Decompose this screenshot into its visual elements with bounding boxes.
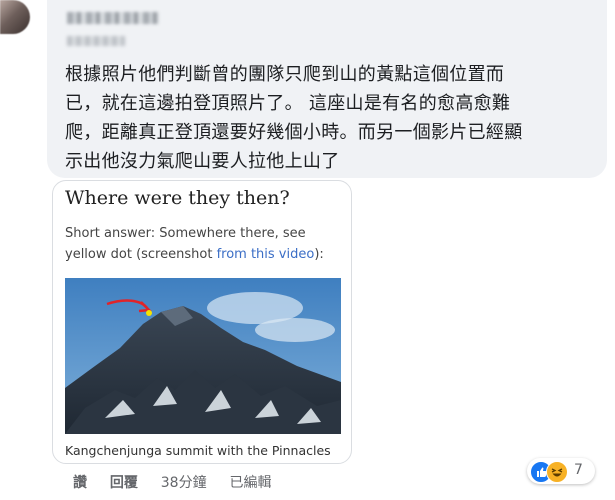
facebook-comment: 根據照片他們判斷曾的團隊只爬到山的黃點這個位置而 已，就在這邊拍登頂照片了。 這… xyxy=(0,0,615,500)
comment-actions: 讚 回覆 38分鐘 已編輯 xyxy=(73,472,289,492)
video-link[interactable]: from this video xyxy=(217,247,315,262)
photo-caption: Kangchenjunga summit with the Pinnacles xyxy=(65,443,331,458)
reaction-count: 7 xyxy=(574,462,583,478)
avatar[interactable] xyxy=(0,0,30,34)
comment-line: 根據照片他們判斷曾的團隊只爬到山的黃點這個位置而 xyxy=(65,64,505,85)
comment-text: 根據照片他們判斷曾的團隊只爬到山的黃點這個位置而 已，就在這邊拍登頂照片了。 這… xyxy=(65,60,585,176)
preview-title: Where were they then? xyxy=(65,187,290,209)
comment-line: 已，就在這邊拍登頂照片了。 這座山是有名的愈高愈難 xyxy=(65,93,511,114)
reply-button[interactable]: 回覆 xyxy=(110,475,138,491)
comment-bubble: 根據照片他們判斷曾的團隊只爬到山的黃點這個位置而 已，就在這邊拍登頂照片了。 這… xyxy=(47,0,607,178)
author-subtitle-blurred xyxy=(67,36,125,46)
attached-screenshot[interactable]: Where were they then? Short answer: Some… xyxy=(52,180,352,464)
comment-line: 爬，距離真正登頂還要好幾個小時。而另一個影片已經顯 xyxy=(65,122,523,143)
timestamp[interactable]: 38分鐘 xyxy=(161,475,207,491)
like-button[interactable]: 讚 xyxy=(73,475,87,491)
haha-icon xyxy=(546,461,568,483)
preview-answer: Short answer: Somewhere there, see yello… xyxy=(65,223,341,265)
edited-label[interactable]: 已編輯 xyxy=(229,475,271,491)
answer-suffix: ): xyxy=(314,247,324,262)
mountain-photo xyxy=(65,278,341,434)
author-name-blurred[interactable] xyxy=(67,12,159,24)
reactions-summary[interactable]: 7 xyxy=(527,458,595,484)
comment-line: 示出他沒力氣爬山要人拉他上山了 xyxy=(65,151,340,172)
